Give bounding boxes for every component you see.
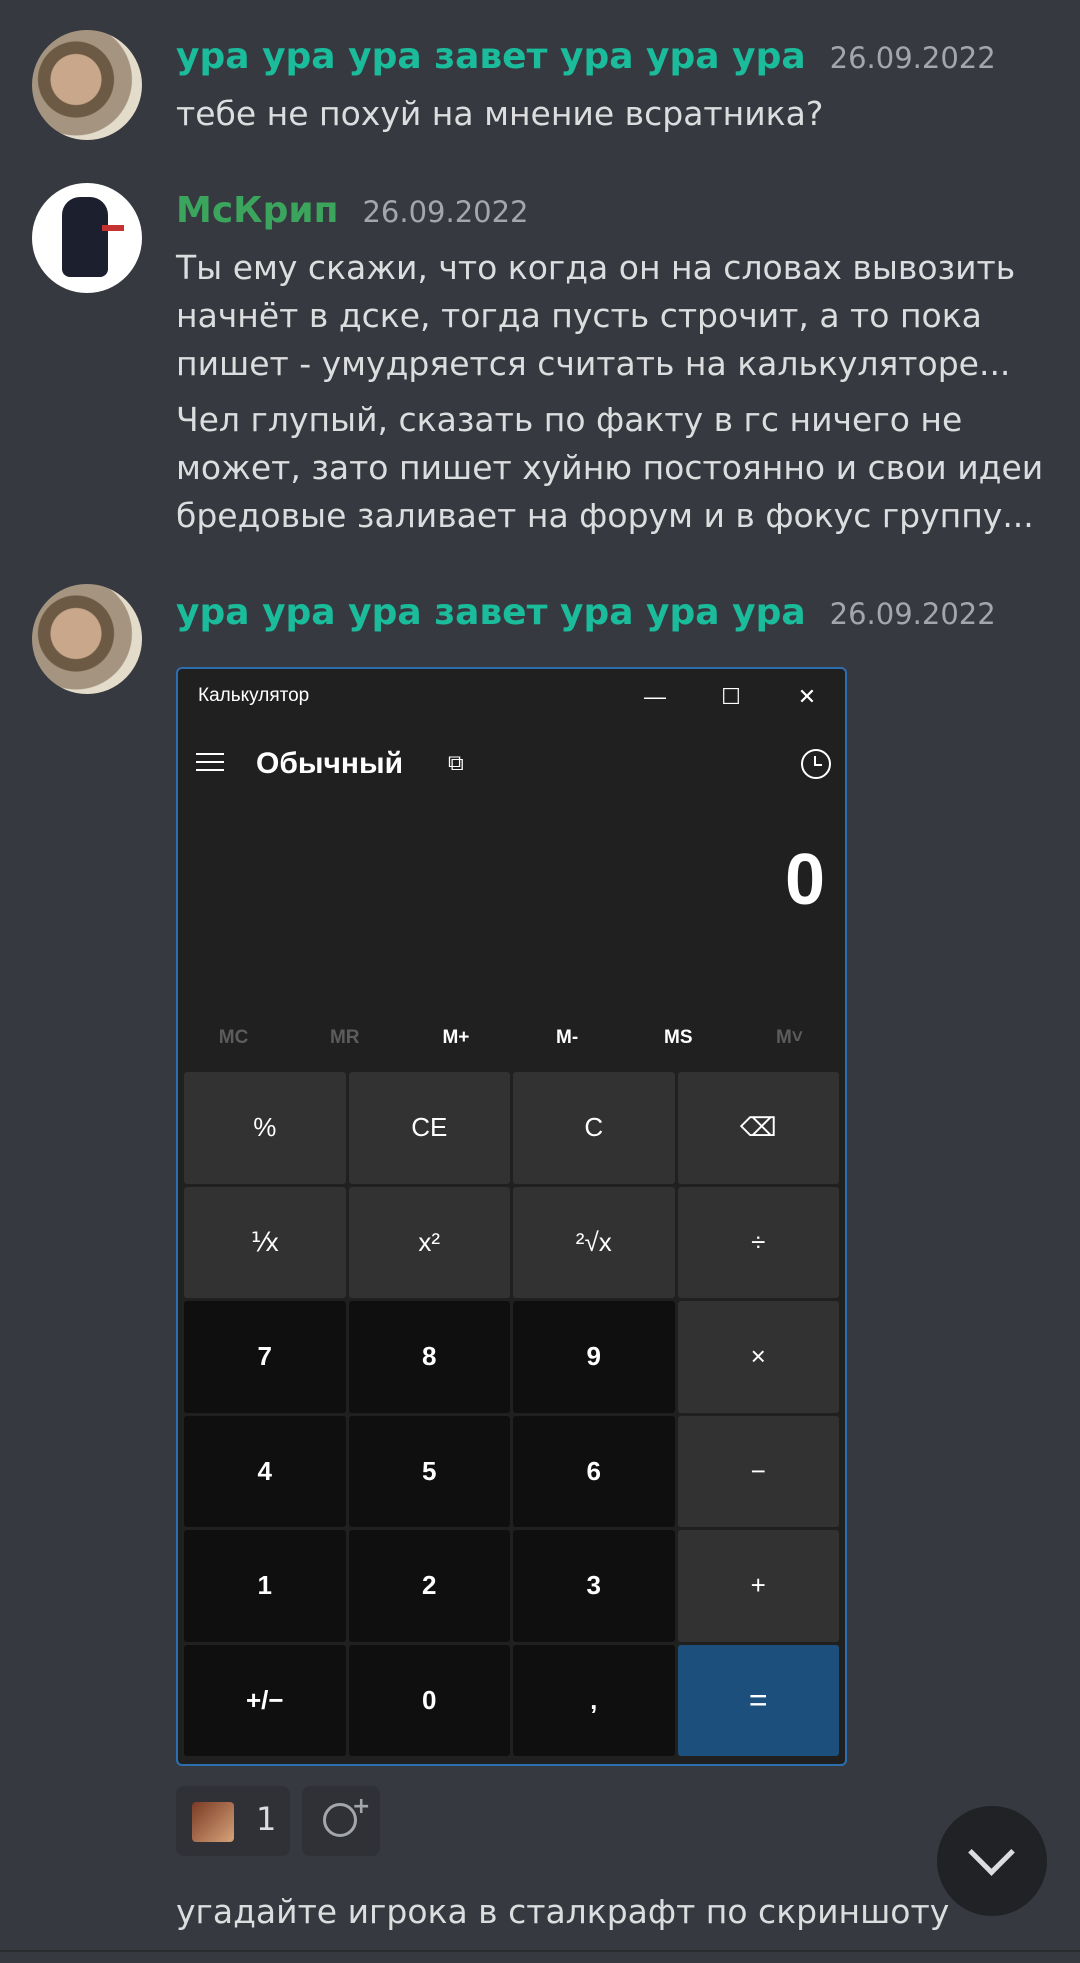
author-name[interactable]: ура ура ура завет ура ура ура	[176, 36, 806, 77]
memory-key: M+	[442, 1027, 470, 1048]
avatar[interactable]	[32, 584, 142, 694]
plus-icon: +	[352, 1794, 371, 1819]
message-text: тебе не похуй на мнение всратника?	[176, 94, 824, 133]
divider	[0, 1950, 1080, 1952]
history-icon	[801, 749, 831, 779]
calc-key: 8	[348, 1301, 510, 1413]
minimize-icon: —	[644, 684, 666, 709]
timestamp: 26.09.2022	[829, 597, 996, 631]
maximize-icon: ☐	[721, 684, 741, 709]
calc-key: 2	[348, 1530, 510, 1642]
reaction-emoji-icon	[192, 1802, 234, 1842]
keep-on-top-icon: ⧉	[448, 750, 464, 775]
add-reaction-button[interactable]: +	[302, 1786, 380, 1856]
calc-key: 1	[184, 1530, 346, 1642]
author-name[interactable]: МсКрип	[176, 190, 338, 231]
message-text: Ты ему скажи, что когда он на словах выв…	[176, 248, 1016, 383]
calc-key: 3	[513, 1530, 675, 1642]
timestamp: 26.09.2022	[362, 195, 529, 229]
timestamp: 26.09.2022	[829, 41, 996, 75]
calculator-titlebar: Калькулятор — ☐ ✕	[178, 669, 845, 725]
calc-key: +/−	[184, 1644, 346, 1756]
calc-key: CE	[348, 1072, 510, 1184]
calc-key: 6	[513, 1415, 675, 1527]
memory-key: M-	[556, 1027, 579, 1048]
memory-key: MR	[329, 1027, 360, 1048]
reaction-button[interactable]: 1	[176, 1786, 290, 1856]
calc-key: ÷	[677, 1186, 839, 1298]
calc-key: C	[513, 1072, 675, 1184]
memory-key: MS	[664, 1027, 693, 1048]
calculator-screenshot[interactable]: Калькулятор — ☐ ✕ Обычный ⧉ 0 MC MR M+ M…	[176, 667, 847, 1766]
calc-key: ²√x	[513, 1186, 675, 1298]
reaction-count: 1	[256, 1800, 277, 1838]
hamburger-icon	[196, 751, 226, 775]
memory-row: MC MR M+ M- MS M˅	[178, 1017, 845, 1059]
calc-key: 5	[348, 1415, 510, 1527]
calculator-modebar: Обычный ⧉	[178, 735, 845, 799]
memory-key: M˅	[775, 1027, 803, 1048]
calc-key: 4	[184, 1415, 346, 1527]
calc-key: %	[184, 1072, 346, 1184]
calc-key: 9	[513, 1301, 675, 1413]
calc-key: ×	[677, 1301, 839, 1413]
memory-key: MC	[218, 1027, 249, 1048]
calc-key: ⅟x	[184, 1186, 346, 1298]
calculator-mode: Обычный	[256, 747, 404, 780]
message-text: угадайте игрока в сталкрафт по скриншоту	[176, 1892, 950, 1931]
calc-key: x²	[348, 1186, 510, 1298]
author-name[interactable]: ура ура ура завет ура ура ура	[176, 592, 806, 633]
backspace-icon: ⌫	[677, 1072, 839, 1184]
calc-key: −	[677, 1415, 839, 1527]
avatar[interactable]	[32, 30, 142, 140]
calc-key-equals: =	[677, 1644, 839, 1756]
calc-key: 7	[184, 1301, 346, 1413]
avatar[interactable]	[32, 183, 142, 293]
close-icon: ✕	[797, 684, 817, 709]
calc-key: 0	[348, 1644, 510, 1756]
window-title: Калькулятор	[198, 685, 310, 706]
calculator-display: 0	[784, 840, 825, 920]
keypad: % CE C ⌫ ⅟x x² ²√x ÷ 7 8 9 × 4 5 6 − 1 2…	[184, 1072, 839, 1756]
calc-key: ,	[513, 1644, 675, 1756]
message-text: Чел глупый, сказать по факту в гс ничего…	[176, 400, 1044, 535]
calc-key: +	[677, 1530, 839, 1642]
